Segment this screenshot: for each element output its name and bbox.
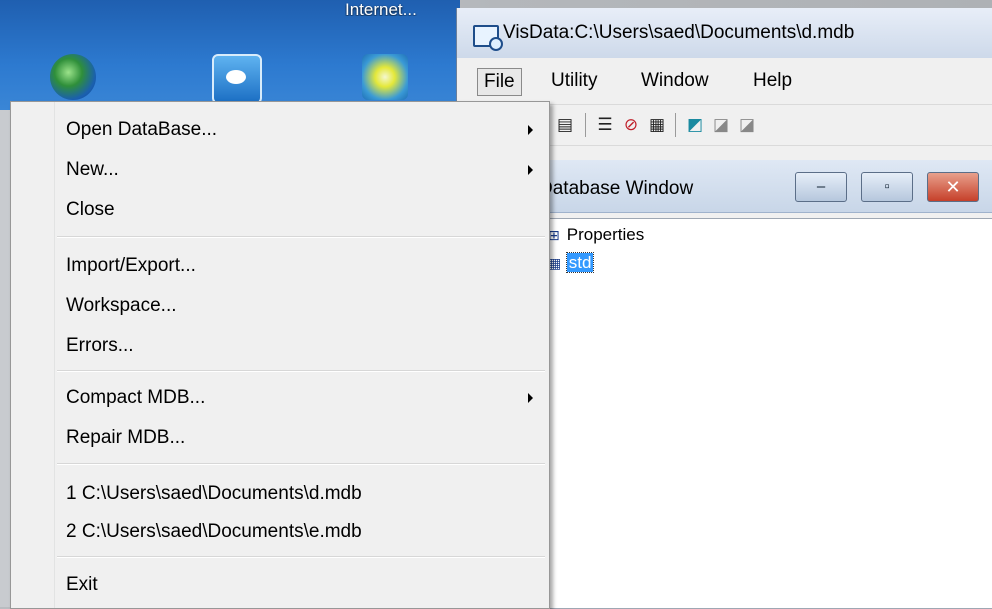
menu-separator bbox=[57, 370, 545, 372]
form-icon[interactable]: ☰ bbox=[595, 115, 615, 135]
globe-icon[interactable] bbox=[50, 54, 96, 100]
menu-item-exit[interactable]: Exit bbox=[66, 569, 98, 601]
visdata-app-icon bbox=[473, 25, 503, 51]
menu-item-repair-mdb[interactable]: Repair MDB... bbox=[66, 422, 185, 454]
tree-item-properties[interactable]: ⊞ Properties bbox=[548, 225, 644, 245]
desktop-icon-label: Internet... bbox=[345, 0, 417, 16]
menu-item-errors[interactable]: Errors... bbox=[66, 330, 134, 362]
submenu-arrow-icon bbox=[528, 125, 533, 135]
teamviewer-icon[interactable] bbox=[212, 54, 262, 104]
menu-separator bbox=[57, 556, 545, 558]
menu-item-import-export[interactable]: Import/Export... bbox=[66, 250, 196, 282]
table-icon: ▦ bbox=[548, 255, 562, 271]
menu-item-new[interactable]: New... bbox=[66, 154, 119, 186]
tree-item-label: std bbox=[565, 252, 595, 273]
no-form-icon[interactable]: ⊘ bbox=[621, 115, 641, 135]
database-window-title: Database Window bbox=[539, 178, 694, 199]
menu-separator bbox=[57, 236, 545, 238]
window-title: VisData:C:\Users\saed\Documents\d.mdb bbox=[503, 22, 855, 43]
commit-icon[interactable]: ◪ bbox=[711, 115, 731, 135]
print-icon[interactable]: ▤ bbox=[555, 115, 575, 135]
toolbar-separator bbox=[585, 113, 586, 137]
menu-help[interactable]: Help bbox=[747, 68, 798, 94]
minimize-button[interactable]: – bbox=[795, 172, 847, 202]
menubar: File Utility Window Help bbox=[457, 58, 992, 104]
tree-item-std[interactable]: ▦ std bbox=[548, 252, 595, 273]
submenu-arrow-icon bbox=[528, 393, 533, 403]
window-titlebar[interactable]: VisData:C:\Users\saed\Documents\d.mdb bbox=[457, 8, 992, 58]
tree-item-label: Properties bbox=[566, 225, 645, 244]
menu-item-recent-1[interactable]: 1 C:\Users\saed\Documents\d.mdb bbox=[66, 478, 362, 510]
menu-item-workspace[interactable]: Workspace... bbox=[66, 290, 177, 322]
grid-icon[interactable]: ▦ bbox=[647, 115, 667, 135]
toolbar-separator bbox=[675, 113, 676, 137]
restore-button[interactable]: ▫ bbox=[861, 172, 913, 202]
sun-icon[interactable] bbox=[362, 54, 408, 100]
submenu-arrow-icon bbox=[528, 165, 533, 175]
menu-utility[interactable]: Utility bbox=[545, 68, 603, 94]
rollback-icon[interactable]: ◪ bbox=[737, 115, 757, 135]
file-menu-dropdown: Open DataBase... New... Close Import/Exp… bbox=[10, 101, 550, 609]
menu-item-recent-2[interactable]: 2 C:\Users\saed\Documents\e.mdb bbox=[66, 516, 362, 548]
menu-separator bbox=[57, 463, 545, 465]
close-button[interactable]: ✕ bbox=[927, 172, 979, 202]
menu-window[interactable]: Window bbox=[635, 68, 715, 94]
menu-item-close[interactable]: Close bbox=[66, 194, 115, 226]
properties-icon: ⊞ bbox=[548, 227, 560, 243]
menu-file[interactable]: File bbox=[477, 68, 522, 96]
begin-transaction-icon[interactable]: ◩ bbox=[685, 115, 705, 135]
menu-item-compact-mdb[interactable]: Compact MDB... bbox=[66, 382, 205, 414]
menu-item-open-database[interactable]: Open DataBase... bbox=[66, 114, 217, 146]
